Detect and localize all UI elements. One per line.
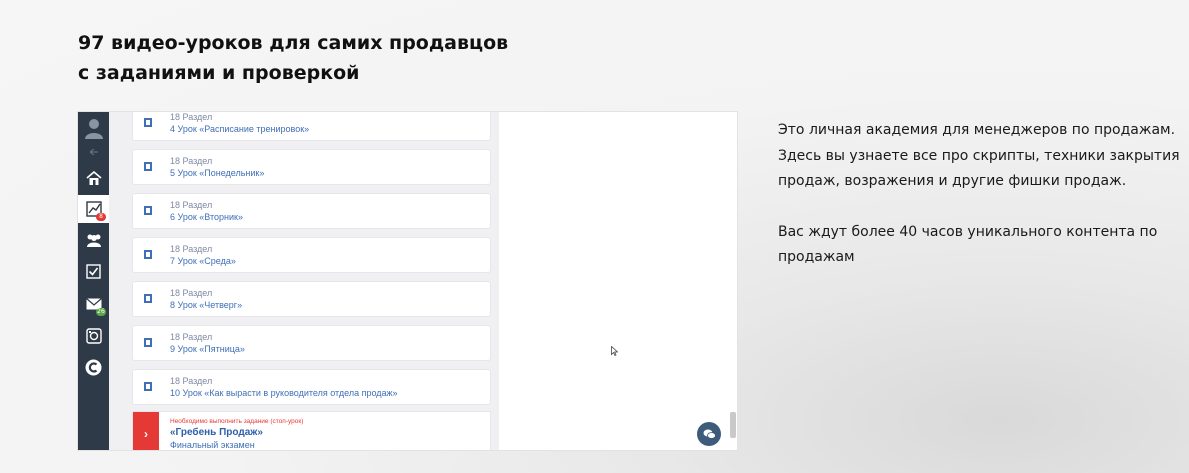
mouse-cursor-icon: [611, 346, 618, 356]
sidebar-item-mail[interactable]: 26: [78, 290, 109, 318]
stop-lesson-warning: Необходимо выполнить задание (стоп-урок): [170, 418, 304, 425]
video-lesson-icon: [144, 294, 152, 303]
lesson-section: 18 Раздел: [170, 244, 213, 254]
lesson-title[interactable]: 4 Урок «Расписание тренировок»: [170, 124, 309, 134]
description-paragraph-1: Это личная академия для менеджеров по пр…: [778, 122, 1180, 189]
final-exam-card[interactable]: › Необходимо выполнить задание (стоп-уро…: [133, 412, 490, 450]
mail-badge: 26: [96, 308, 106, 316]
description: Это личная академия для менеджеров по пр…: [778, 118, 1183, 296]
lesson-title[interactable]: 10 Урок «Как вырасти в руководителя отде…: [170, 388, 398, 398]
video-lesson-icon: [144, 338, 152, 347]
lesson-title[interactable]: 6 Урок «Вторник»: [170, 212, 243, 222]
stats-badge: 8: [96, 213, 106, 221]
chevron-right-icon: ›: [144, 427, 148, 441]
lesson-card-6[interactable]: 18 Раздел 6 Урок «Вторник»: [133, 194, 490, 228]
lesson-section: 18 Раздел: [170, 376, 213, 386]
sidebar-item-profile[interactable]: [78, 112, 109, 144]
video-lesson-icon: [144, 206, 152, 215]
lesson-section: 18 Раздел: [170, 332, 213, 342]
lesson-section: 18 Раздел: [170, 156, 213, 166]
heading-line-1: 97 видео-уроков для самих продавцов: [78, 32, 509, 54]
scrollbar[interactable]: [729, 112, 737, 450]
sidebar-item-tasks[interactable]: [78, 257, 109, 285]
lesson-section: 18 Раздел: [170, 200, 213, 210]
user-avatar-icon: [84, 119, 103, 139]
lesson-card-8[interactable]: 18 Раздел 8 Урок «Четверг»: [133, 282, 490, 316]
home-icon: [85, 171, 102, 185]
lesson-card-7[interactable]: 18 Раздел 7 Урок «Среда»: [133, 238, 490, 272]
final-exam-title[interactable]: «Гребень Продаж»: [170, 427, 263, 438]
sidebar-collapse[interactable]: [78, 144, 109, 160]
sidebar: 8 26: [78, 112, 109, 450]
arrow-left-icon: [89, 149, 98, 155]
video-lesson-icon: [144, 250, 152, 259]
description-paragraph-2: Вас ждут более 40 часов уникального конт…: [778, 223, 1158, 266]
sidebar-item-stats[interactable]: 8: [78, 195, 109, 223]
lesson-card-4[interactable]: 18 Раздел 4 Урок «Расписание тренировок»: [133, 112, 490, 140]
sidebar-item-team[interactable]: [78, 226, 109, 254]
content-panel: [499, 112, 729, 450]
support-icon: [85, 328, 102, 344]
sidebar-item-brand[interactable]: [78, 353, 109, 381]
locked-lesson-marker: ›: [133, 412, 159, 450]
lesson-title[interactable]: 5 Урок «Понедельник»: [170, 168, 264, 178]
chat-bubble-icon: [703, 429, 716, 439]
chat-button[interactable]: [697, 422, 721, 446]
checkbox-icon: [86, 263, 101, 279]
lesson-title[interactable]: 9 Урок «Пятница»: [170, 344, 245, 354]
video-lesson-icon: [144, 162, 152, 171]
section-heading: 97 видео-уроков для самих продавцов с за…: [78, 28, 598, 88]
lesson-card-9[interactable]: 18 Раздел 9 Урок «Пятница»: [133, 326, 490, 360]
lesson-title[interactable]: 7 Урок «Среда»: [170, 256, 236, 266]
c-logo-icon: [85, 359, 102, 375]
video-lesson-icon: [144, 118, 152, 127]
scrollbar-thumb[interactable]: [730, 412, 736, 438]
lesson-title[interactable]: 8 Урок «Четверг»: [170, 300, 242, 310]
sidebar-item-home[interactable]: [78, 164, 109, 192]
app-screenshot: 8 26 18 Раздел 4 Урок «Расписание тренир…: [78, 112, 737, 450]
lesson-section: 18 Раздел: [170, 112, 213, 122]
sidebar-item-support[interactable]: [78, 322, 109, 350]
lesson-section: 18 Раздел: [170, 288, 213, 298]
lesson-card-5[interactable]: 18 Раздел 5 Урок «Понедельник»: [133, 150, 490, 184]
lesson-list: 18 Раздел 4 Урок «Расписание тренировок»…: [133, 112, 490, 450]
lesson-card-10[interactable]: 18 Раздел 10 Урок «Как вырасти в руковод…: [133, 370, 490, 404]
final-exam-subtitle: Финальный экзамен: [170, 440, 255, 450]
team-icon: [86, 234, 101, 247]
heading-line-2: с заданиями и проверкой: [78, 62, 360, 84]
video-lesson-icon: [144, 382, 152, 391]
